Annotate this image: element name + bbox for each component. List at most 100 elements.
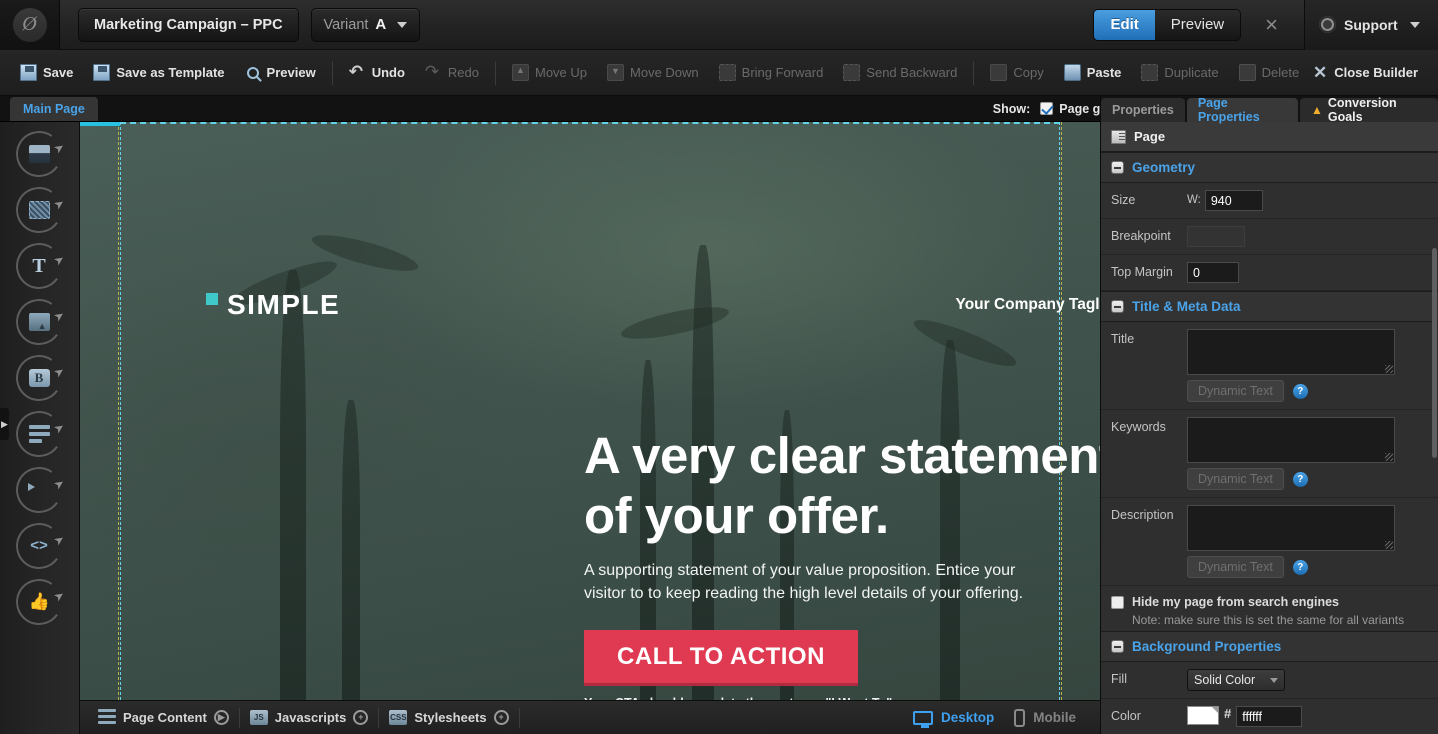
javascripts-button[interactable]: JS Javascripts + <box>240 710 379 725</box>
top-margin-input[interactable] <box>1187 262 1239 283</box>
section-meta-header[interactable]: Title & Meta Data <box>1101 291 1438 322</box>
stack-lines-icon <box>98 709 116 727</box>
fill-label: Fill <box>1111 669 1187 686</box>
paste-icon <box>1064 64 1081 81</box>
page-icon <box>1111 130 1126 144</box>
resize-grip-icon[interactable] <box>1385 453 1393 461</box>
fill-select[interactable]: Solid Color <box>1187 669 1285 691</box>
resize-grip-icon[interactable] <box>1385 365 1393 373</box>
variant-selector[interactable]: Variant A <box>311 8 421 42</box>
keywords-dynamic-row: Dynamic Text ? <box>1187 468 1395 490</box>
collapse-minus-icon[interactable] <box>1111 300 1124 313</box>
breakpoint-input[interactable] <box>1187 226 1245 247</box>
text-element-tool[interactable]: ➤ T <box>16 243 62 289</box>
image-icon <box>29 313 50 331</box>
help-icon[interactable]: ? <box>1293 384 1308 399</box>
bring-forward-button[interactable]: Bring Forward <box>709 55 834 91</box>
paste-button[interactable]: Paste <box>1054 55 1132 91</box>
stylesheets-button[interactable]: CSS Stylesheets + <box>379 710 518 725</box>
width-input[interactable] <box>1205 190 1263 211</box>
collapse-minus-icon[interactable] <box>1111 161 1124 174</box>
panel-scrollbar-thumb[interactable] <box>1432 248 1437 458</box>
fill-select-value: Solid Color <box>1194 673 1255 687</box>
hide-from-search-toggle[interactable]: Hide my page from search engines <box>1111 595 1428 609</box>
redo-button[interactable]: ↷ Redo <box>415 55 489 91</box>
subheadline-element[interactable]: A supporting statement of your value pro… <box>584 560 1044 605</box>
plus-circle-icon[interactable]: + <box>494 710 509 725</box>
page-guide-right <box>1059 122 1060 700</box>
checkbox-icon[interactable] <box>1040 102 1053 115</box>
description-dynamic-text-button[interactable]: Dynamic Text <box>1187 556 1284 578</box>
title-dynamic-text-button[interactable]: Dynamic Text <box>1187 380 1284 402</box>
section-geometry-title: Geometry <box>1132 160 1195 175</box>
close-icon[interactable]: × <box>1265 14 1278 36</box>
save-as-template-button[interactable]: Save as Template <box>83 55 234 91</box>
section-element-tool[interactable]: ➤ <box>16 187 62 233</box>
campaign-title-button[interactable]: Marketing Campaign – PPC <box>78 8 299 42</box>
rail-collapse-handle[interactable]: ▶ <box>0 408 9 440</box>
width-label: W: <box>1187 190 1201 206</box>
tab-conversion-goals[interactable]: ▲ Conversion Goals <box>1300 98 1438 122</box>
brand-logo-element[interactable]: SIMPLE <box>206 289 340 321</box>
text-T-icon: T <box>29 257 50 275</box>
row-top-margin: Top Margin <box>1101 255 1438 291</box>
duplicate-button[interactable]: Duplicate <box>1131 55 1228 91</box>
tab-edit[interactable]: Edit <box>1094 10 1154 40</box>
play-circle-icon[interactable]: ▶ <box>214 710 229 725</box>
help-icon[interactable]: ? <box>1293 472 1308 487</box>
color-swatch[interactable] <box>1187 706 1219 725</box>
color-hex-input[interactable] <box>1236 706 1302 727</box>
box-element-tool[interactable]: ➤ <box>16 131 62 177</box>
button-element-tool[interactable]: ➤ B <box>16 355 62 401</box>
tagline-element[interactable]: Your Company Tagline <box>956 296 1101 314</box>
device-switcher: Desktop Mobile <box>913 709 1092 727</box>
resize-grip-icon[interactable] <box>1385 541 1393 549</box>
social-element-tool[interactable]: ➤ 👍 <box>16 579 62 625</box>
title-textarea[interactable] <box>1187 329 1395 375</box>
plus-circle-icon[interactable]: + <box>353 710 368 725</box>
preview-button[interactable]: Preview <box>235 55 326 91</box>
keywords-dynamic-text-button[interactable]: Dynamic Text <box>1187 468 1284 490</box>
cta-button-element[interactable]: CALL TO ACTION <box>584 630 858 686</box>
delete-button[interactable]: Delete <box>1229 55 1310 91</box>
redo-label: Redo <box>448 65 479 80</box>
floppy-disk-icon <box>20 64 37 81</box>
section-geometry-header[interactable]: Geometry <box>1101 152 1438 183</box>
save-button[interactable]: Save <box>10 55 83 91</box>
device-desktop-button[interactable]: Desktop <box>913 710 994 725</box>
mode-toggle[interactable]: Edit Preview <box>1093 9 1241 41</box>
checkbox-icon[interactable] <box>1111 596 1124 609</box>
form-element-tool[interactable]: ➤ <box>16 411 62 457</box>
move-down-button[interactable]: Move Down <box>597 55 709 91</box>
help-icon[interactable]: ? <box>1293 560 1308 575</box>
copy-button[interactable]: Copy <box>980 55 1053 91</box>
row-color: Color # <box>1101 699 1438 734</box>
divider <box>495 61 496 85</box>
app-logo[interactable]: Ø <box>0 0 60 50</box>
description-label: Description <box>1111 505 1187 522</box>
collapse-minus-icon[interactable] <box>1111 640 1124 653</box>
image-element-tool[interactable]: ➤ <box>16 299 62 345</box>
send-backward-button[interactable]: Send Backward <box>833 55 967 91</box>
move-up-button[interactable]: Move Up <box>502 55 597 91</box>
description-textarea[interactable] <box>1187 505 1395 551</box>
tab-properties[interactable]: Properties <box>1101 98 1185 122</box>
device-mobile-button[interactable]: Mobile <box>1014 709 1076 727</box>
tab-page-properties[interactable]: Page Properties <box>1187 98 1298 122</box>
headline-element[interactable]: A very clear statement of your offer. <box>584 426 1100 546</box>
undo-arrow-icon: ↶ <box>349 64 366 81</box>
tab-main-page[interactable]: Main Page <box>10 97 98 121</box>
phone-icon <box>1014 709 1025 727</box>
video-element-tool[interactable]: ➤ <box>16 467 62 513</box>
page-content-button[interactable]: Page Content ▶ <box>88 709 239 727</box>
page-canvas[interactable]: SIMPLE Your Company Tagline A very clear… <box>80 122 1100 700</box>
undo-button[interactable]: ↶ Undo <box>339 55 415 91</box>
thumbs-up-icon: 👍 <box>29 593 50 611</box>
panel-body[interactable]: Geometry Size W: Breakpoint Top Margin T… <box>1101 152 1438 734</box>
tab-preview[interactable]: Preview <box>1155 10 1240 40</box>
support-menu[interactable]: Support <box>1304 0 1438 50</box>
close-builder-button[interactable]: ✕ Close Builder <box>1313 65 1428 80</box>
keywords-textarea[interactable] <box>1187 417 1395 463</box>
section-background-header[interactable]: Background Properties <box>1101 631 1438 662</box>
custom-html-tool[interactable]: ➤ <> <box>16 523 62 569</box>
